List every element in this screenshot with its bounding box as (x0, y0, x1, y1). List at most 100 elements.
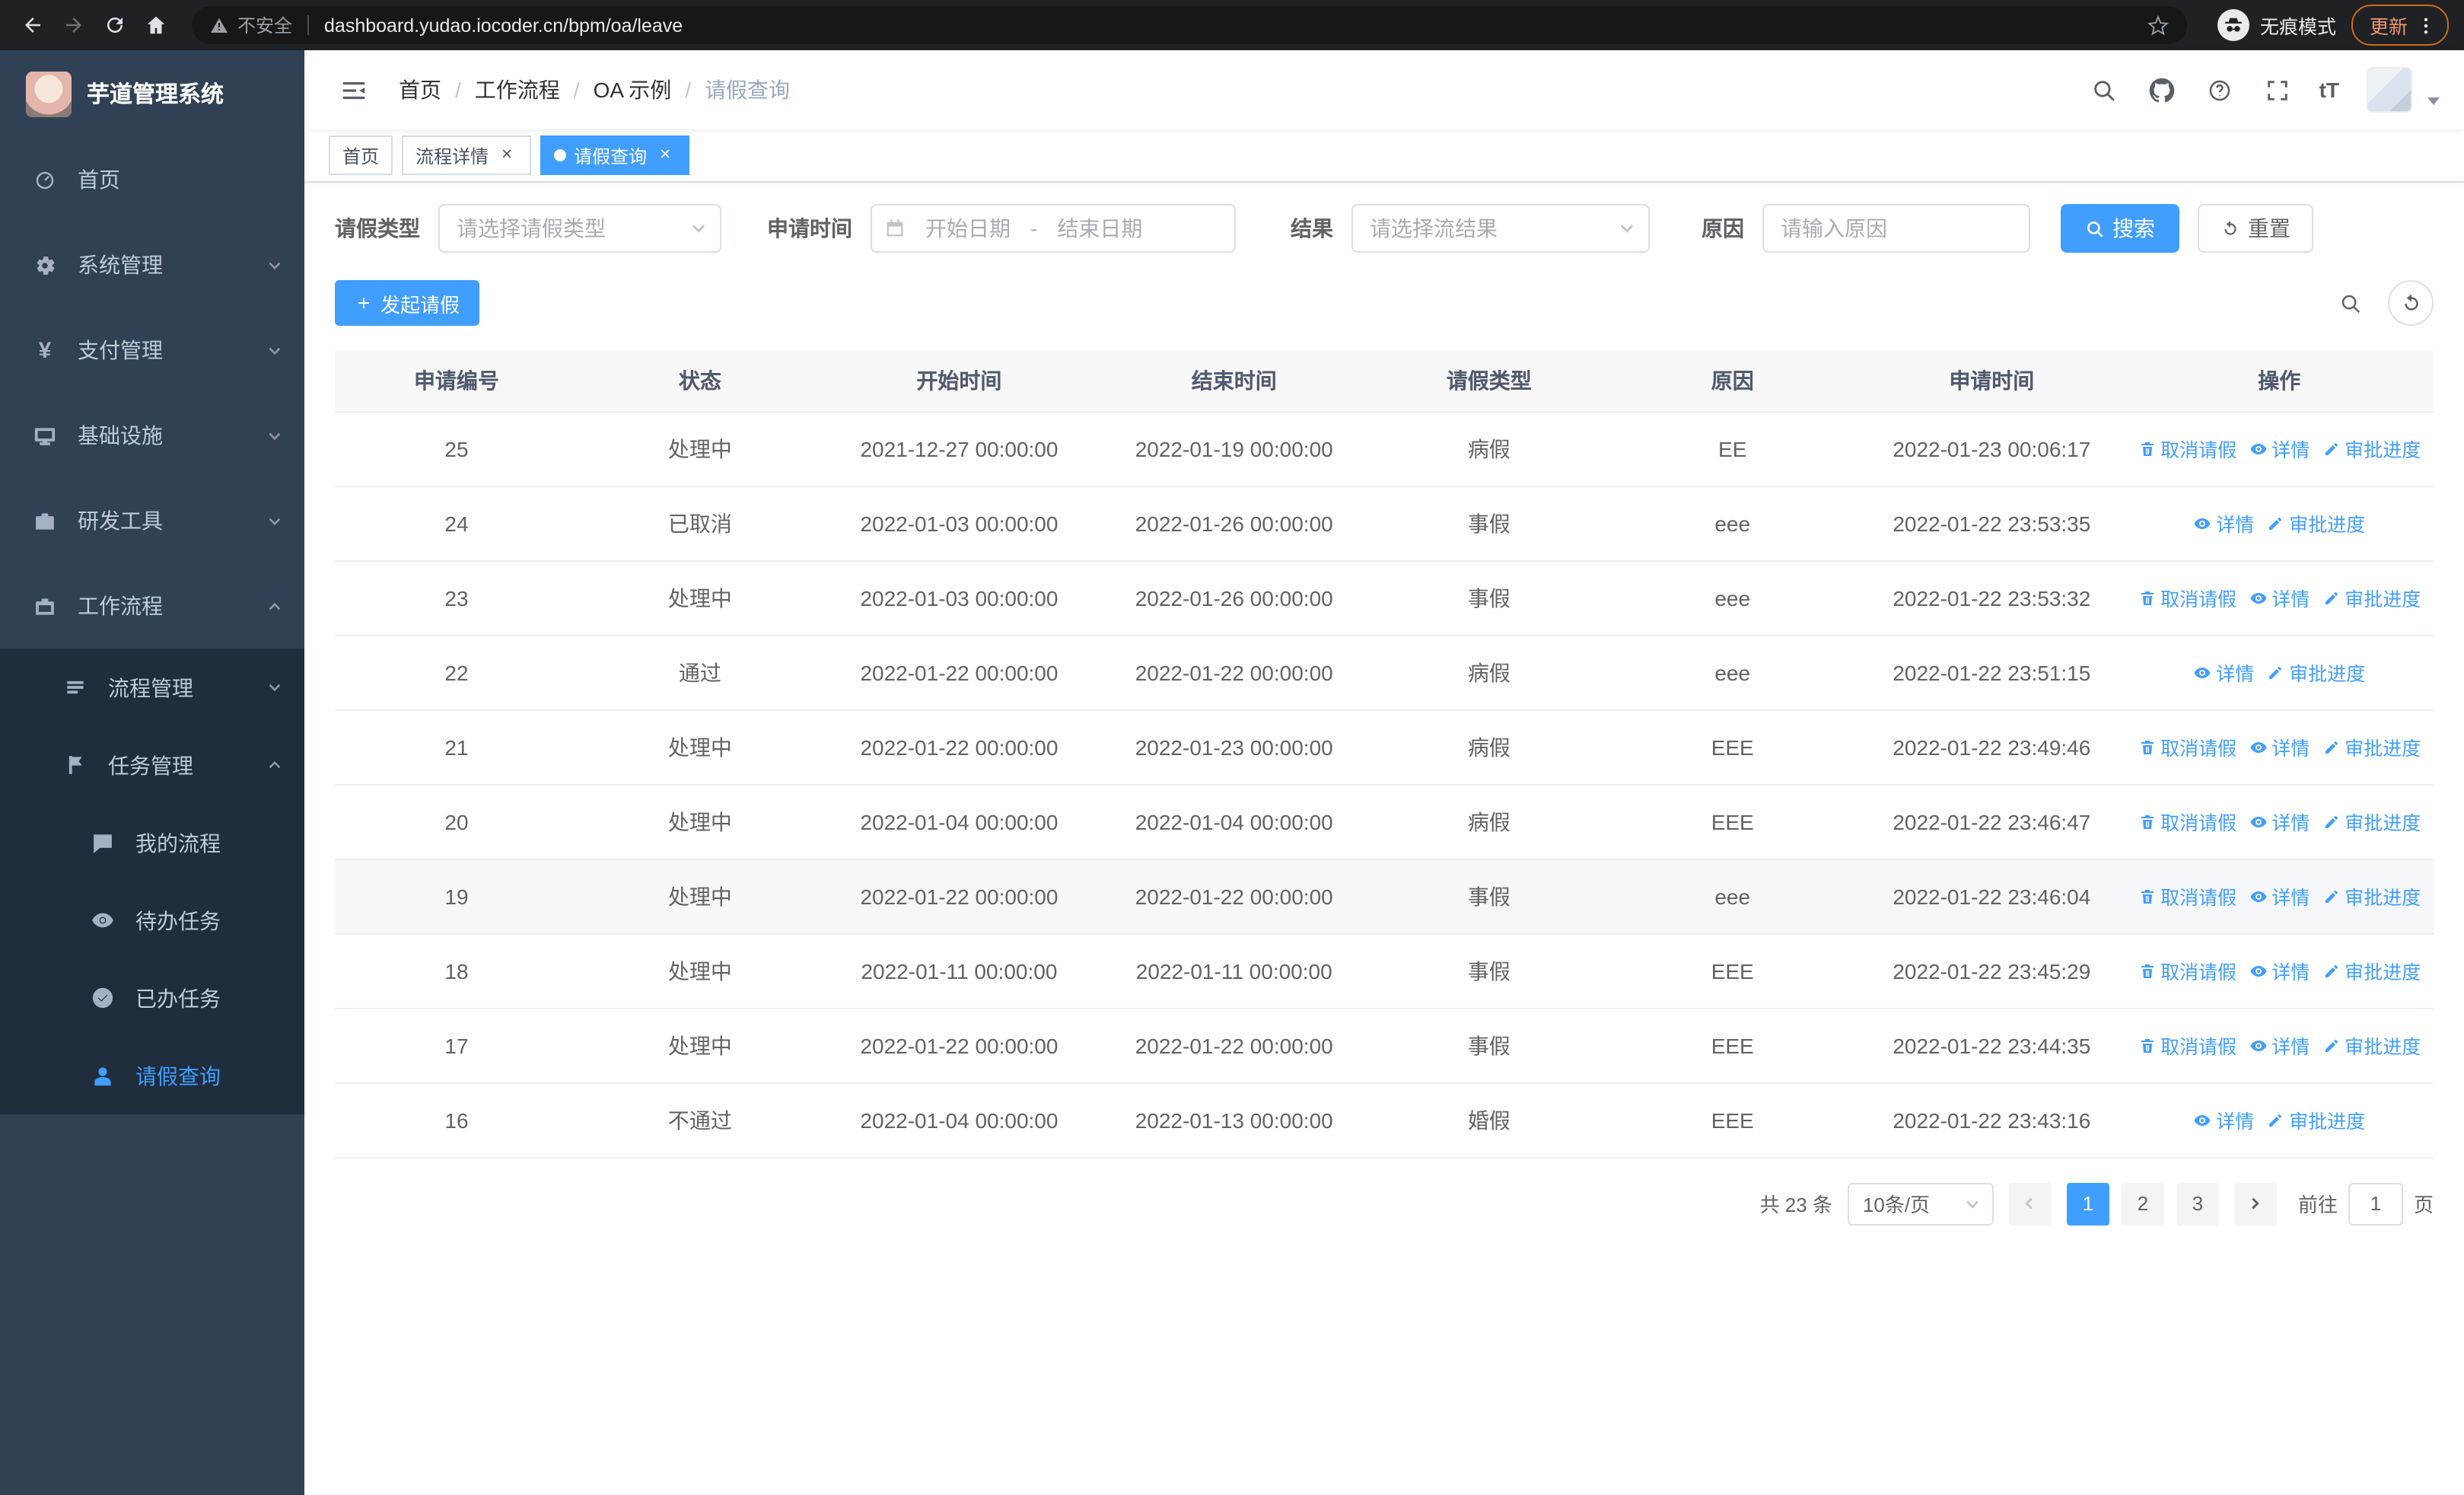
delete-icon (2138, 738, 2156, 756)
sidebar-item-label: 任务管理 (108, 753, 193, 777)
action-progress-link[interactable]: 审批进度 (2266, 658, 2365, 687)
table-header-row: 申请编号 状态 开始时间 结束时间 请假类型 原因 申请时间 操作 (335, 350, 2434, 412)
browser-back-button[interactable] (12, 5, 53, 46)
github-icon[interactable] (2140, 67, 2185, 113)
page-size-select[interactable]: 10条/页 (1847, 1182, 1994, 1225)
end-date-input[interactable] (1043, 216, 1157, 241)
action-progress-link[interactable]: 审批进度 (2322, 434, 2421, 463)
action-progress-link[interactable]: 审批进度 (2322, 583, 2421, 612)
action-detail-link[interactable]: 详情 (2249, 583, 2310, 612)
sidebar-item-payment[interactable]: ¥ 支付管理 (0, 308, 304, 393)
cell-reason: eee (1606, 859, 1859, 934)
sidebar-item-infrastructure[interactable]: 基础设施 (0, 393, 304, 478)
action-detail-link[interactable]: 详情 (2249, 956, 2310, 985)
tag-close-icon[interactable]: × (654, 144, 676, 166)
sidebar-item-devtools[interactable]: 研发工具 (0, 478, 304, 563)
action-cancel-link[interactable]: 取消请假 (2138, 732, 2236, 761)
action-detail-link[interactable]: 详情 (2193, 658, 2254, 687)
user-avatar[interactable] (2367, 67, 2412, 113)
search-button[interactable]: 搜索 (2061, 204, 2179, 253)
tag-close-icon[interactable]: × (496, 144, 517, 166)
cell-type: 病假 (1371, 784, 1607, 859)
browser-forward-button[interactable] (53, 5, 94, 46)
toggle-search-icon[interactable] (2327, 280, 2373, 326)
page-button-2[interactable]: 2 (2121, 1182, 2164, 1225)
breadcrumb-item[interactable]: 工作流程 (475, 75, 560, 105)
start-date-input[interactable] (912, 216, 1024, 241)
action-progress-link[interactable]: 审批进度 (2322, 1031, 2421, 1060)
result-select[interactable]: 请选择流结果 (1351, 204, 1650, 253)
action-progress-link[interactable]: 审批进度 (2322, 732, 2421, 761)
sidebar-item-label: 流程管理 (108, 675, 193, 700)
sidebar-item-task-mgmt[interactable]: 任务管理 (0, 726, 304, 804)
action-cancel-link[interactable]: 取消请假 (2138, 583, 2236, 612)
incognito-profile-chip[interactable]: 无痕模式 (2202, 9, 2351, 41)
reason-input[interactable] (1762, 204, 2030, 253)
sidebar-item-process-mgmt[interactable]: 流程管理 (0, 649, 304, 726)
action-progress-link[interactable]: 审批进度 (2322, 881, 2421, 910)
action-progress-link[interactable]: 审批进度 (2322, 807, 2421, 836)
breadcrumb-item[interactable]: OA 示例 (594, 75, 672, 105)
header-search-icon[interactable] (2082, 67, 2128, 113)
action-detail-link[interactable]: 详情 (2249, 881, 2310, 910)
help-icon[interactable] (2198, 67, 2243, 113)
action-detail-link[interactable]: 详情 (2193, 508, 2254, 537)
browser-update-menu-button[interactable]: 更新 (2351, 5, 2449, 46)
sidebar-item-system[interactable]: 系统管理 (0, 222, 304, 308)
sidebar-item-todo-tasks[interactable]: 待办任务 (0, 881, 304, 959)
action-cancel-link[interactable]: 取消请假 (2138, 1031, 2236, 1060)
tag-leave-query[interactable]: 请假查询 × (540, 135, 690, 175)
sidebar-item-my-processes[interactable]: 我的流程 (0, 804, 304, 881)
sidebar-item-workflow[interactable]: 工作流程 (0, 563, 304, 649)
browser-reload-button[interactable] (94, 5, 135, 46)
action-detail-link[interactable]: 详情 (2249, 1031, 2310, 1060)
browser-home-button[interactable] (135, 5, 177, 46)
font-size-icon[interactable]: tT (2313, 78, 2345, 102)
main-area: 首页 / 工作流程 / OA 示例 / 请假查询 tT 首页 流程详情 × 请假查询 × 请假类型 (304, 50, 2464, 1495)
omnibox-divider (307, 15, 310, 35)
cell-end: 2022-01-23 00:00:00 (1097, 709, 1372, 785)
cell-start: 2022-01-03 00:00:00 (821, 486, 1097, 561)
reset-button[interactable]: 重置 (2198, 204, 2313, 253)
leave-type-select[interactable]: 请选择请假类型 (438, 204, 721, 253)
refresh-table-icon[interactable] (2388, 280, 2434, 326)
cell-end: 2022-01-22 00:00:00 (1097, 635, 1372, 710)
action-cancel-link[interactable]: 取消请假 (2138, 881, 2236, 910)
prev-page-button[interactable] (2008, 1182, 2052, 1225)
action-cancel-link[interactable]: 取消请假 (2138, 434, 2236, 463)
action-cancel-link[interactable]: 取消请假 (2138, 956, 2236, 985)
address-bar[interactable]: 不安全 dashboard.yudao.iocoder.cn/bpm/oa/le… (192, 6, 2187, 44)
action-detail-link[interactable]: 详情 (2249, 807, 2310, 836)
cell-end: 2022-01-26 00:00:00 (1097, 560, 1372, 636)
sidebar-collapse-icon[interactable] (329, 65, 377, 114)
breadcrumb-item[interactable]: 首页 (399, 75, 441, 105)
sidebar-menu: 首页 系统管理 ¥ 支付管理 基础设施 研发工具 工作流程流程管理任务管理我的流程 待办任务已… (0, 137, 304, 1495)
goto-unit: 页 (2413, 1194, 2434, 1216)
avatar-caret-icon[interactable] (2427, 97, 2440, 104)
sidebar-item-home[interactable]: 首页 (0, 137, 304, 222)
calendar-icon (884, 218, 906, 239)
tag-process-detail[interactable]: 流程详情 × (402, 135, 532, 175)
action-progress-link[interactable]: 审批进度 (2322, 956, 2421, 985)
next-page-button[interactable] (2233, 1182, 2277, 1225)
action-progress-link[interactable]: 审批进度 (2266, 508, 2365, 537)
apply-time-range-picker[interactable]: - (871, 204, 1236, 253)
action-cancel-link[interactable]: 取消请假 (2138, 807, 2236, 836)
page-button-1[interactable]: 1 (2066, 1182, 2109, 1225)
sidebar-item-done-tasks[interactable]: 已办任务 (0, 959, 304, 1037)
tag-home[interactable]: 首页 (329, 135, 393, 175)
action-detail-link[interactable]: 详情 (2193, 1105, 2254, 1134)
fullscreen-icon[interactable] (2255, 67, 2301, 113)
action-detail-link[interactable]: 详情 (2249, 732, 2310, 761)
bookmark-star-icon[interactable] (2147, 14, 2169, 36)
action-progress-link[interactable]: 审批进度 (2266, 1105, 2365, 1134)
action-label: 详情 (2271, 1037, 2310, 1058)
workflow-submenu: 流程管理任务管理我的流程 待办任务 已办任务 请假查询 (0, 649, 304, 1114)
table-row: 17 处理中 2022-01-22 00:00:00 2022-01-22 00:00… (335, 1008, 2434, 1083)
create-leave-button[interactable]: 发起请假 (335, 280, 480, 326)
suitcase-icon (32, 593, 58, 619)
page-button-3[interactable]: 3 (2176, 1182, 2219, 1225)
goto-page-input[interactable] (2348, 1182, 2403, 1225)
sidebar-item-leave-query[interactable]: 请假查询 (0, 1037, 304, 1114)
action-detail-link[interactable]: 详情 (2249, 434, 2310, 463)
